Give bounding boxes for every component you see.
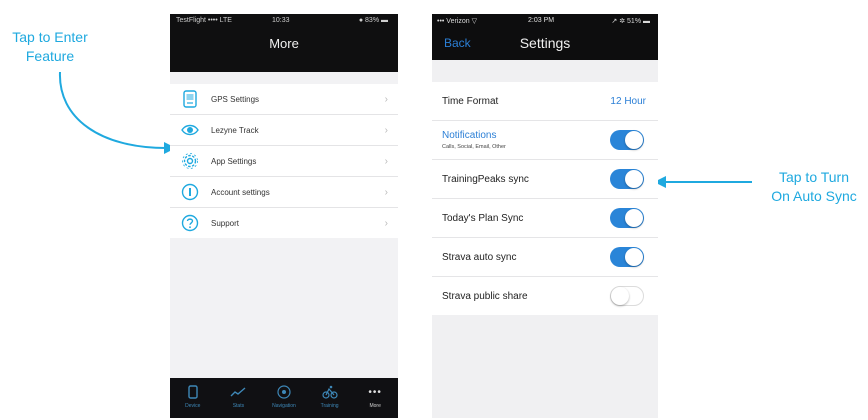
tab-bar: Device Stats Navigation Training ••• Mor… — [170, 378, 398, 418]
menu-item-lezyne-track[interactable]: Lezyne Track › — [170, 115, 398, 146]
eye-track-icon — [181, 121, 199, 139]
todays-plan-sync-row: Today's Plan Sync — [432, 199, 658, 238]
todays-plan-sync-toggle[interactable] — [610, 208, 644, 228]
menu-item-account-settings[interactable]: Account settings › — [170, 177, 398, 208]
menu-item-label: Account settings — [211, 187, 270, 197]
status-battery: ● 83% ▬ — [358, 17, 388, 24]
page-title: More — [269, 36, 299, 51]
chevron-right-icon: › — [384, 124, 388, 136]
tab-label: Device — [185, 403, 201, 409]
status-carrier: ••• Verizon ▽ — [437, 18, 477, 25]
tab-label: Training — [320, 403, 339, 409]
navigation-icon — [277, 384, 291, 400]
menu-item-app-settings[interactable]: App Settings › — [170, 146, 398, 177]
status-carrier: TestFlight •••• LTE — [176, 17, 232, 24]
toggle-knob — [625, 131, 643, 149]
time-format-value[interactable]: 12 Hour — [610, 96, 646, 107]
tab-navigation[interactable]: Navigation — [261, 378, 307, 418]
curved-arrow-left — [58, 71, 167, 149]
trainingpeaks-sync-toggle[interactable] — [610, 169, 644, 189]
strava-public-share-label: Strava public share — [442, 290, 528, 302]
tab-device[interactable]: Device — [170, 378, 216, 418]
chevron-right-icon: › — [384, 93, 388, 105]
more-header: TestFlight •••• LTE 10:33 ● 83% ▬ More — [170, 14, 398, 72]
tab-more[interactable]: ••• More — [352, 378, 398, 418]
gear-icon — [181, 152, 199, 170]
notifications-row: Notifications Calls, Social, Email, Othe… — [432, 121, 658, 160]
tab-label: More — [369, 403, 381, 409]
training-icon — [321, 384, 338, 400]
chevron-right-icon: › — [384, 155, 388, 167]
question-icon — [181, 214, 199, 232]
strava-auto-sync-toggle[interactable] — [610, 247, 644, 267]
time-format-row[interactable]: Time Format 12 Hour — [432, 82, 658, 121]
chevron-right-icon: › — [384, 217, 388, 229]
notifications-subtitle: Calls, Social, Email, Other — [442, 144, 506, 150]
settings-list: Time Format 12 Hour Notifications Calls,… — [432, 82, 658, 315]
tab-stats[interactable]: Stats — [216, 378, 262, 418]
strava-public-share-row: Strava public share — [432, 277, 658, 315]
notifications-toggle[interactable] — [610, 130, 644, 150]
toggle-knob — [625, 209, 643, 227]
notifications-label[interactable]: Notifications — [442, 130, 610, 141]
phone-more-screen: TestFlight •••• LTE 10:33 ● 83% ▬ More G… — [170, 14, 398, 418]
strava-auto-sync-row: Strava auto sync — [432, 238, 658, 277]
tab-label: Navigation — [272, 403, 296, 409]
menu-item-label: App Settings — [211, 156, 257, 166]
todays-plan-sync-label: Today's Plan Sync — [442, 212, 524, 224]
menu-item-label: GPS Settings — [211, 94, 260, 104]
menu-item-label: Support — [211, 218, 240, 228]
settings-header: ••• Verizon ▽ 2:03 PM ↗ ✲ 51% ▬ Back Set… — [432, 14, 658, 60]
toggle-knob — [611, 287, 629, 305]
more-menu-list: GPS Settings › Lezyne Track › App Settin… — [170, 84, 398, 238]
status-time: 10:33 — [272, 17, 290, 24]
menu-item-label: Lezyne Track — [211, 125, 259, 135]
device-icon — [188, 384, 198, 400]
menu-item-support[interactable]: Support › — [170, 208, 398, 238]
strava-public-share-toggle[interactable] — [610, 286, 644, 306]
trainingpeaks-sync-row: TrainingPeaks sync — [432, 160, 658, 199]
trainingpeaks-sync-label: TrainingPeaks sync — [442, 173, 529, 185]
status-time: 2:03 PM — [528, 17, 555, 24]
time-format-label: Time Format — [442, 95, 499, 107]
status-battery: ↗ ✲ 51% ▬ — [611, 18, 650, 25]
tab-label: Stats — [232, 403, 245, 409]
strava-auto-sync-label: Strava auto sync — [442, 251, 517, 263]
toggle-knob — [625, 248, 643, 266]
account-info-icon — [181, 183, 199, 201]
chevron-right-icon: › — [384, 186, 388, 198]
page-title: Settings — [519, 35, 571, 51]
tab-training[interactable]: Training — [307, 378, 353, 418]
phone-settings-screen: ••• Verizon ▽ 2:03 PM ↗ ✲ 51% ▬ Back Set… — [432, 14, 658, 418]
stats-icon — [230, 384, 246, 400]
more-icon: ••• — [368, 386, 382, 398]
toggle-knob — [625, 170, 643, 188]
gps-device-icon — [181, 90, 199, 108]
menu-item-gps-settings[interactable]: GPS Settings › — [170, 84, 398, 115]
